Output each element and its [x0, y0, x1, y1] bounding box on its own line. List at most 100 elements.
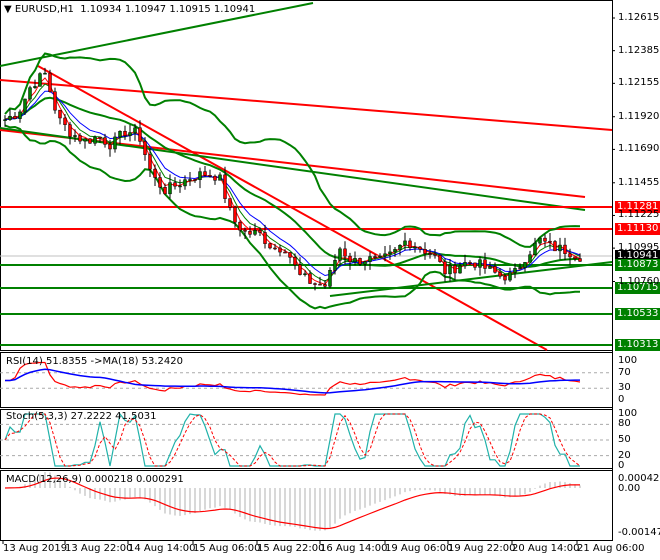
candle-body: [168, 182, 172, 195]
candle-body: [368, 256, 372, 262]
candle-body: [443, 261, 447, 275]
ohlc-high: 1.10947: [124, 4, 167, 15]
candle-body: [203, 171, 207, 176]
trend-line: [0, 127, 586, 211]
candle-body: [428, 253, 432, 255]
candle-body: [503, 275, 507, 281]
rsi-axis-label: 0: [618, 394, 625, 405]
price-tick-label: 1.12615: [618, 12, 660, 23]
candle-body: [208, 175, 212, 177]
candle-body: [253, 230, 257, 235]
trend-line: [329, 261, 613, 297]
candle-body: [518, 267, 522, 269]
candle-body: [558, 244, 562, 252]
candle-body: [458, 265, 462, 274]
candle-body: [278, 247, 282, 253]
candle-body: [363, 261, 367, 265]
price-level-tag: 1.10533: [615, 308, 660, 320]
bollinger-lower: [4, 124, 581, 310]
candle-body: [478, 259, 482, 268]
candle-body: [568, 253, 572, 258]
candle-body: [163, 187, 167, 195]
candle-body: [28, 87, 32, 100]
candle-body: [318, 283, 322, 286]
candle-body: [328, 269, 332, 287]
time-label: 19 Aug 22:00: [448, 543, 516, 554]
price-tick-label: 1.10760: [618, 275, 660, 287]
candle-body: [288, 252, 292, 258]
candle-body: [483, 259, 487, 269]
trend-line: [0, 79, 613, 131]
rsi-axis-label: 70: [618, 366, 631, 378]
candle-body: [578, 258, 582, 262]
dropdown-arrow-icon[interactable]: ▼: [4, 4, 12, 15]
bollinger-middle: [4, 96, 581, 268]
candle-body: [378, 255, 382, 258]
candle-body: [18, 111, 22, 119]
candle-body: [303, 273, 307, 275]
candle-body: [218, 174, 222, 181]
bollinger-upper: [4, 52, 581, 248]
candle-body: [233, 206, 237, 223]
stoch-axis-label: 80: [618, 418, 631, 430]
candle-body: [153, 168, 157, 178]
candle-body: [418, 246, 422, 250]
price-level-tag: 1.10313: [615, 339, 660, 351]
candle-body: [123, 131, 127, 136]
candle-body: [223, 174, 227, 199]
trading-chart[interactable]: ▼ EURUSD,H1 1.10934 1.10947 1.10915 1.10…: [0, 0, 660, 560]
candle-body: [453, 265, 457, 274]
panel-frame: [0, 0, 613, 351]
candle-body: [333, 260, 337, 271]
candle-body: [178, 185, 182, 188]
candle-body: [48, 72, 52, 92]
candle-body: [353, 258, 357, 263]
candle-body: [113, 136, 117, 150]
candle-body: [53, 91, 57, 111]
rsi-axis-label: 30: [618, 382, 631, 394]
candle-body: [388, 251, 392, 255]
macd-label: MACD(12,26,9) 0.000218 0.000291: [6, 474, 184, 485]
time-label: 20 Aug 14:00: [512, 543, 580, 554]
candle-body: [548, 240, 552, 243]
candle-body: [573, 256, 577, 259]
price-tick-label: 1.10995: [618, 242, 660, 254]
time-label: 15 Aug 22:00: [257, 543, 325, 554]
candle-body: [138, 127, 142, 142]
candle-body: [193, 179, 197, 181]
candle-body: [358, 258, 362, 265]
candle-body: [268, 243, 272, 249]
candle-body: [448, 265, 452, 275]
candle-body: [533, 242, 537, 255]
candle-body: [473, 262, 477, 268]
candle-body: [83, 138, 87, 142]
candle-body: [528, 254, 532, 263]
candle-body: [493, 266, 497, 273]
candle-body: [108, 144, 112, 150]
candle-body: [543, 237, 547, 242]
candle-body: [23, 98, 27, 113]
candle-body: [538, 237, 542, 244]
candle-body: [238, 221, 242, 231]
candle-body: [338, 248, 342, 261]
candle-body: [413, 246, 417, 249]
time-label: 16 Aug 14:00: [320, 543, 388, 554]
time-label: 13 Aug 22:00: [65, 543, 133, 554]
candle-body: [323, 284, 327, 287]
price-tick-label: 1.11690: [618, 143, 660, 155]
candle-body: [508, 272, 512, 281]
time-label: 19 Aug 06:00: [385, 543, 453, 554]
candle-body: [403, 240, 407, 246]
candle-body: [148, 154, 152, 170]
candle-body: [408, 240, 412, 249]
candle-body: [273, 247, 277, 250]
stoch-label: Stoch(5,3,3) 27.2222 41.5031: [6, 411, 157, 422]
price-level-tag: 1.11130: [615, 223, 660, 235]
price-tick-label: 1.11920: [618, 110, 660, 122]
candle-body: [58, 109, 62, 119]
time-label: 14 Aug 14:00: [128, 543, 196, 554]
candle-body: [88, 138, 92, 144]
stoch-axis-label: 0: [618, 460, 625, 471]
symbol-label: EURUSD,H1: [14, 4, 74, 15]
candle-body: [8, 115, 12, 120]
